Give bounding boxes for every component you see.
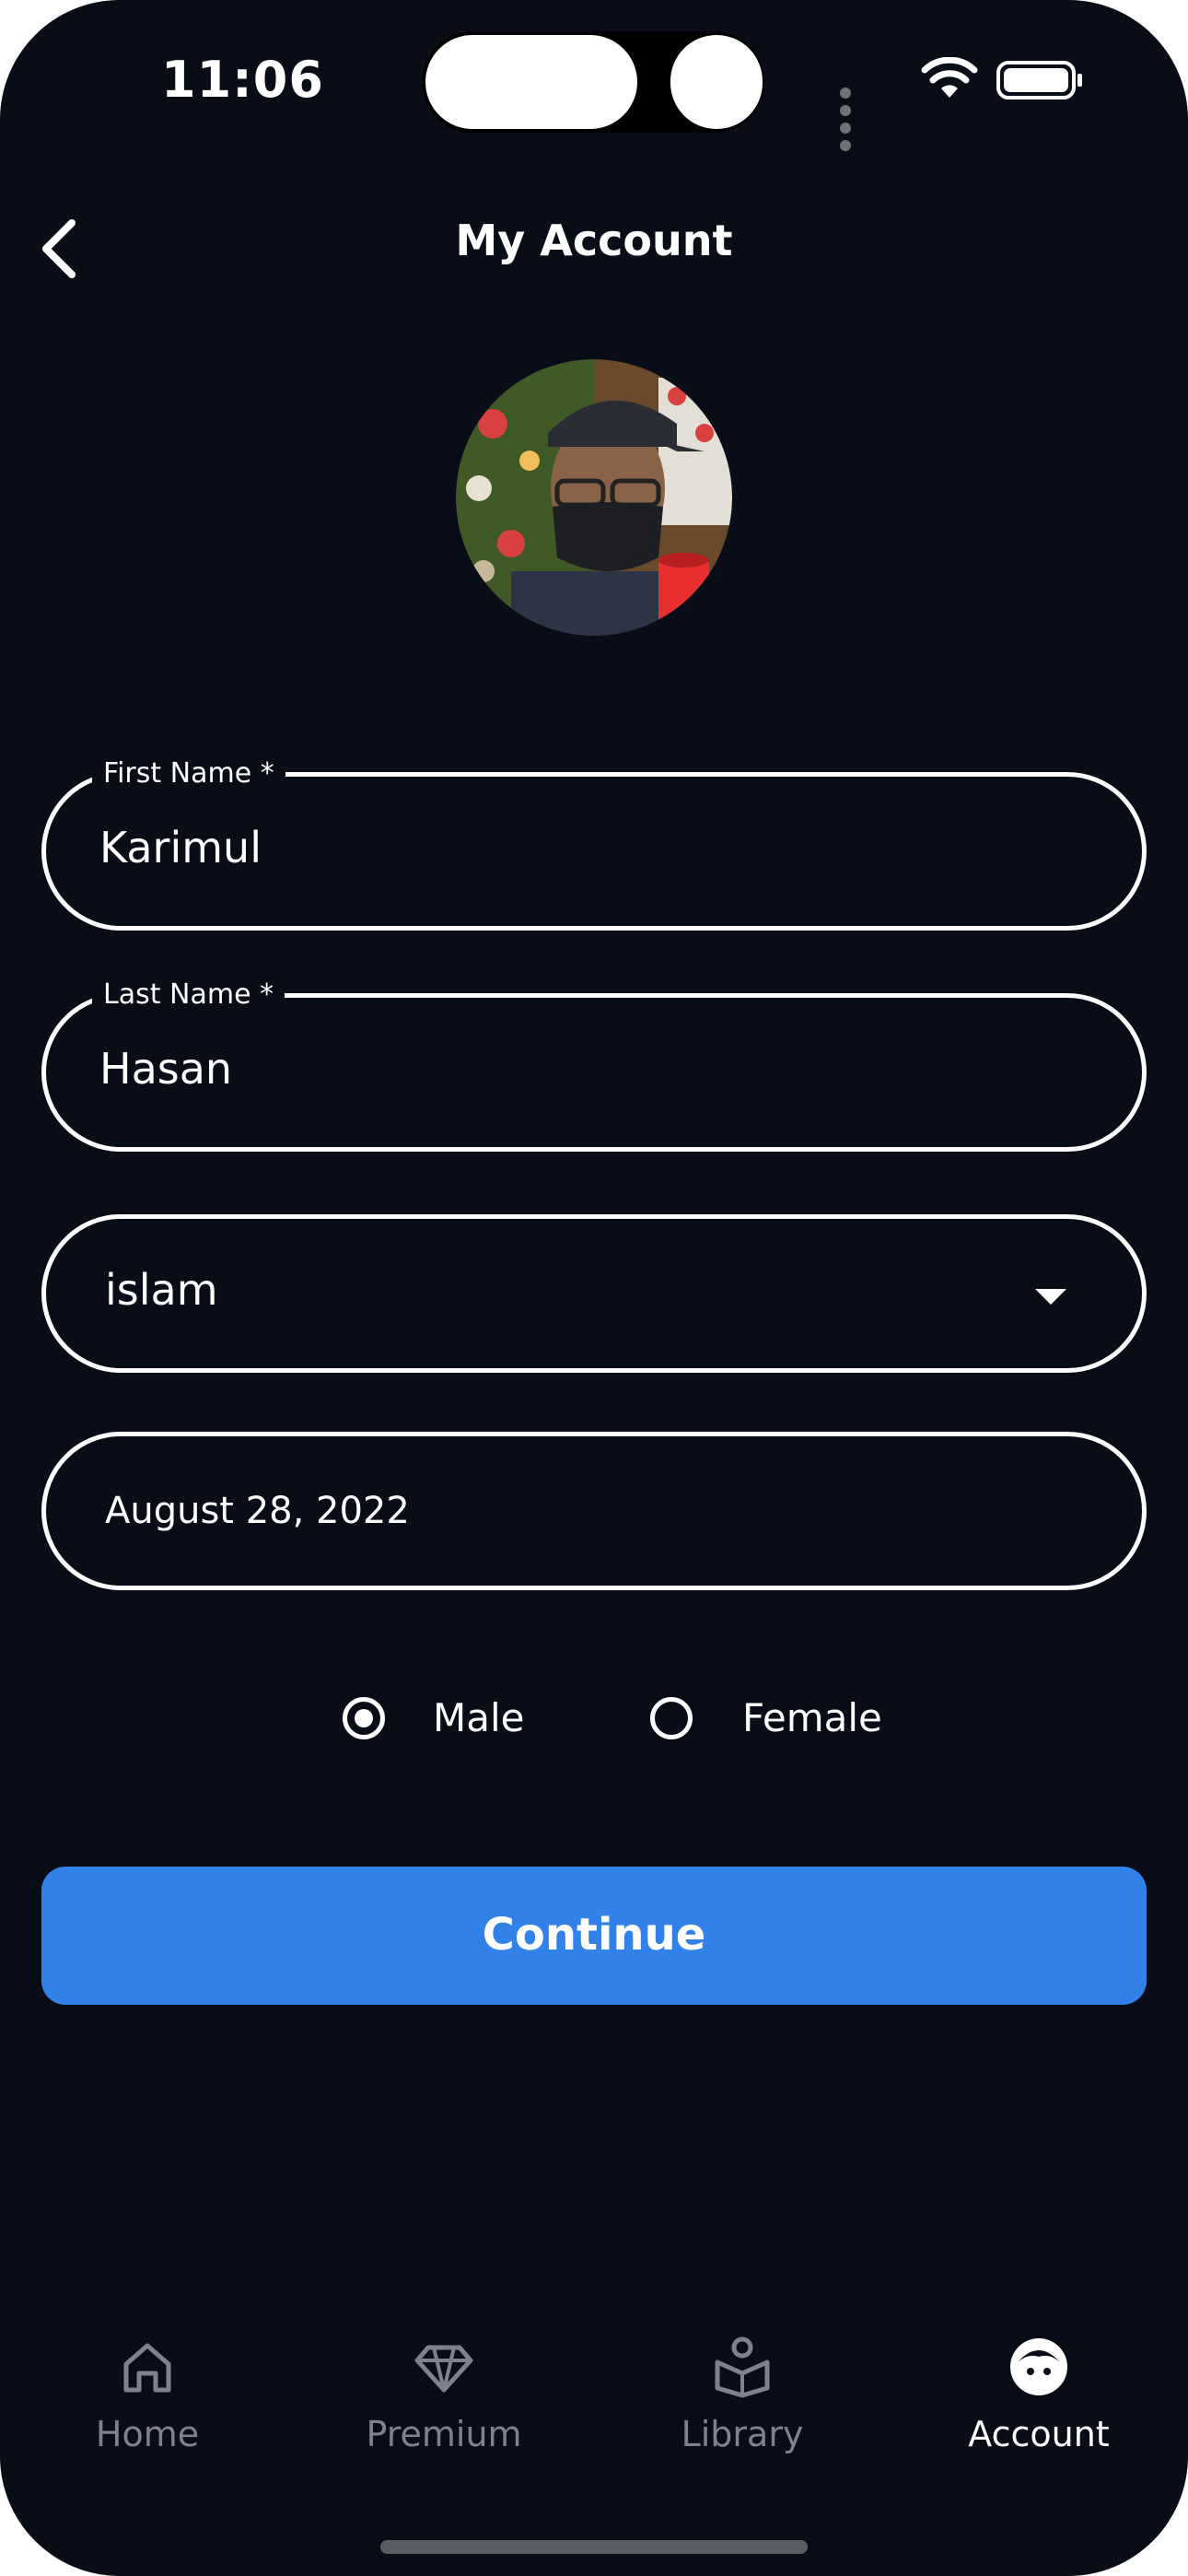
birth-date-field[interactable]: August 28, 2022: [41, 1432, 1147, 1590]
wifi-icon: [921, 57, 978, 98]
island-pill: [425, 35, 637, 129]
dropdown-arrow-icon: [1035, 1289, 1066, 1305]
tab-premium[interactable]: Premium: [306, 2322, 582, 2469]
bottom-tab-bar: Home Premium Library Account: [0, 2322, 1188, 2506]
tab-home[interactable]: Home: [9, 2322, 285, 2469]
tab-premium-label: Premium: [366, 2414, 522, 2454]
home-indicator[interactable]: [380, 2540, 808, 2554]
battery-icon: [996, 61, 1082, 100]
continue-button[interactable]: Continue: [41, 1867, 1147, 2005]
continue-label: Continue: [482, 1909, 706, 1961]
birth-date-value: August 28, 2022: [105, 1490, 410, 1532]
avatar-photo: [456, 359, 732, 636]
tab-library[interactable]: Library: [604, 2322, 880, 2469]
last-name-field[interactable]: Last Name * Hasan: [41, 978, 1147, 1152]
status-time: 11:06: [161, 51, 324, 109]
home-icon: [123, 2343, 171, 2393]
first-name-value: Karimul: [99, 823, 262, 872]
status-bar: 11:06: [0, 0, 1188, 166]
tab-account-label: Account: [968, 2414, 1110, 2454]
page-title: My Account: [455, 216, 733, 265]
religion-select[interactable]: islam: [41, 1214, 1147, 1373]
religion-value: islam: [105, 1265, 218, 1315]
gender-female-label[interactable]: Female: [742, 1695, 882, 1740]
gender-male-radio[interactable]: [343, 1697, 385, 1739]
gender-male-label[interactable]: Male: [433, 1695, 524, 1740]
radio-selected-dot: [355, 1709, 373, 1727]
diamond-icon: [414, 2345, 473, 2393]
profile-avatar[interactable]: [456, 359, 732, 636]
tab-home-label: Home: [95, 2414, 200, 2454]
gender-radio-group: Male Female: [0, 1688, 1188, 1752]
island-dot: [670, 35, 763, 129]
gender-female-radio[interactable]: [650, 1697, 693, 1739]
first-name-label: First Name *: [92, 756, 285, 791]
last-name-value: Hasan: [99, 1044, 233, 1094]
app-screen: 11:06 My Account First Name * Karimul La…: [0, 0, 1188, 2576]
tab-account[interactable]: Account: [901, 2322, 1177, 2469]
signal-dots-icon: [840, 85, 857, 155]
tab-library-label: Library: [681, 2414, 804, 2454]
nav-header: My Account: [0, 175, 1188, 304]
first-name-field[interactable]: First Name * Karimul: [41, 756, 1147, 931]
last-name-label: Last Name *: [92, 978, 285, 1013]
account-face-icon: [1010, 2338, 1067, 2395]
library-icon: [715, 2336, 770, 2398]
